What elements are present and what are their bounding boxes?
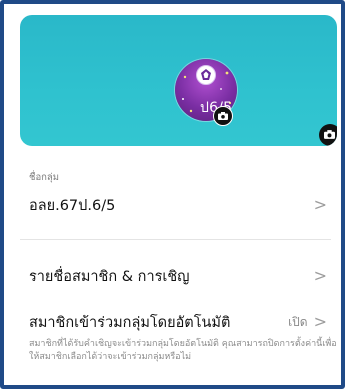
school-emblem-icon (196, 65, 216, 85)
auto-join-row[interactable]: สมาชิกเข้าร่วมกลุ่มโดยอัตโนมัติ เปิด > (29, 312, 327, 332)
chevron-right-icon: > (313, 312, 327, 331)
chevron-right-icon: > (313, 195, 327, 214)
members-invites-label: รายชื่อสมาชิก & การเชิญ (29, 268, 190, 285)
divider (20, 239, 331, 240)
group-name-label: ชื่อกลุ่ม (29, 172, 59, 183)
members-invites-row[interactable]: รายชื่อสมาชิก & การเชิญ > (29, 266, 327, 286)
group-name-row[interactable]: อลย.67ป.6/5 > (29, 195, 327, 215)
auto-join-label: สมาชิกเข้าร่วมกลุ่มโดยอัตโนมัติ (29, 314, 231, 331)
cover-image[interactable]: ป6/5 (20, 15, 337, 146)
auto-join-setting: เปิด > (288, 313, 327, 332)
settings-screen: ป6/5 ชื่อกลุ่ม อลย.67ป.6/5 > รายชื่อสมาช… (0, 0, 345, 389)
chevron-right-icon: > (313, 266, 327, 285)
group-name-value: อลย.67ป.6/5 (29, 197, 116, 214)
camera-icon[interactable] (319, 124, 337, 146)
auto-join-description: สมาชิกที่ได้รับคำเชิญจะเข้าร่วมกลุ่มโดยอ… (29, 339, 337, 362)
auto-join-status: เปิด (288, 314, 308, 329)
camera-icon[interactable] (213, 106, 233, 126)
